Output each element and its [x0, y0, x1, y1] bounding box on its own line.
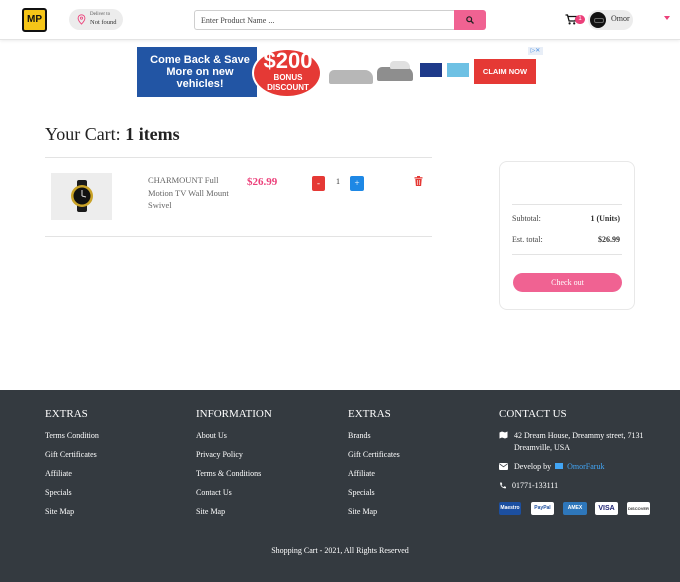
cart-count-badge: 1	[575, 15, 585, 24]
trash-icon[interactable]	[414, 176, 423, 186]
footer-link[interactable]: Terms & Conditions	[196, 469, 261, 478]
ad-claim-button[interactable]: CLAIM NOW	[474, 59, 536, 84]
ad-banner[interactable]: Come Back & Save More on new vehicles! $…	[137, 47, 543, 97]
cart-title: Your Cart: 1 items	[45, 124, 180, 145]
cart-item-count: 1 items	[125, 124, 180, 144]
user-menu[interactable]: Omor	[588, 10, 633, 30]
footer-link[interactable]: Contact Us	[196, 488, 232, 497]
quantity-increase-button[interactable]: +	[350, 176, 364, 191]
caret-down-icon[interactable]	[664, 16, 670, 20]
envelope-icon	[499, 463, 508, 470]
maestro-icon: Maestro	[499, 502, 521, 515]
footer-link[interactable]: Terms Condition	[45, 431, 99, 440]
ad-headline: Come Back & Save More on new vehicles!	[150, 54, 250, 90]
location-pin-icon	[77, 14, 86, 25]
footer-link[interactable]: Site Map	[45, 507, 74, 516]
deliver-label: Deliver to	[90, 12, 111, 17]
product-image[interactable]	[51, 173, 112, 220]
footer-link[interactable]: Specials	[45, 488, 72, 497]
header-bar: MP Deliver to Not found 1 Omor	[0, 0, 680, 40]
ad-dealer-logo	[447, 63, 469, 77]
ad-car-image	[377, 67, 413, 81]
contact-phone: 01771-133111	[512, 481, 559, 490]
avatar	[590, 12, 606, 28]
footer: EXTRAS Terms Condition Gift Certificates…	[0, 390, 680, 582]
developer-link[interactable]: OmorFaruk	[567, 462, 604, 471]
discover-icon: DISCOVER	[627, 502, 650, 515]
total-label: Est. total:	[512, 235, 543, 244]
deliver-location[interactable]: Deliver to Not found	[69, 9, 123, 30]
watch-image	[71, 180, 93, 212]
footer-link[interactable]: Affiliate	[348, 469, 375, 478]
user-name: Omor	[611, 14, 630, 23]
ad-amount: $200	[263, 48, 313, 73]
phone-icon	[500, 482, 506, 489]
site-logo[interactable]: MP	[22, 8, 47, 32]
quantity-decrease-button[interactable]: -	[312, 176, 325, 191]
footer-link[interactable]: Site Map	[348, 507, 377, 516]
quantity-value: 1	[336, 177, 340, 186]
cart-title-prefix: Your Cart:	[45, 124, 121, 144]
footer-column-title: EXTRAS	[348, 408, 391, 420]
search-input[interactable]	[194, 10, 454, 30]
ad-car-image	[390, 61, 410, 69]
subtotal-label: Subtotal:	[512, 214, 541, 223]
contact-address: 42 Dream House, Dreammy street, 7131 Dre…	[514, 431, 644, 452]
copyright-text: Shopping Cart - 2021, All Rights Reserve…	[271, 546, 409, 555]
ad-bonus-text: BONUS DISCOUNT	[267, 73, 309, 92]
footer-link[interactable]: Gift Certificates	[348, 450, 400, 459]
amex-icon: AMEX	[563, 502, 587, 515]
total-value: $26.99	[598, 235, 620, 244]
search-button[interactable]	[454, 10, 486, 30]
footer-link[interactable]: Privacy Policy	[196, 450, 243, 459]
ad-dealer-logo	[420, 63, 442, 77]
divider	[512, 204, 622, 205]
product-name[interactable]: CHARMOUNT Full Motion TV Wall Mount Swiv…	[148, 174, 238, 212]
ad-car-image	[329, 70, 373, 84]
divider	[512, 254, 622, 255]
laptop-icon	[555, 463, 564, 469]
subtotal-value: 1 (Units)	[590, 214, 620, 223]
footer-column-title: INFORMATION	[196, 408, 272, 420]
develop-prefix: Develop by	[514, 462, 552, 471]
footer-link[interactable]: Site Map	[196, 507, 225, 516]
search-icon	[466, 16, 474, 24]
footer-link[interactable]: Brands	[348, 431, 371, 440]
footer-link[interactable]: About Us	[196, 431, 227, 440]
divider	[45, 157, 432, 158]
checkout-button[interactable]: Check out	[513, 273, 622, 292]
product-price: $26.99	[247, 176, 278, 188]
footer-link[interactable]: Specials	[348, 488, 375, 497]
divider	[45, 236, 432, 237]
paypal-icon: PayPal	[531, 502, 554, 515]
footer-column-title: EXTRAS	[45, 408, 88, 420]
footer-link[interactable]: Gift Certificates	[45, 450, 97, 459]
map-icon	[499, 431, 508, 439]
developer-credit: Develop by OmorFaruk	[514, 462, 604, 471]
ad-close-icon[interactable]: ▷✕	[528, 47, 543, 55]
deliver-value: Not found	[90, 19, 117, 26]
visa-icon: VISA	[595, 502, 618, 515]
contact-title: CONTACT US	[499, 408, 567, 420]
footer-link[interactable]: Affiliate	[45, 469, 72, 478]
order-summary-card: Subtotal: 1 (Units) Est. total: $26.99 C…	[499, 161, 635, 310]
